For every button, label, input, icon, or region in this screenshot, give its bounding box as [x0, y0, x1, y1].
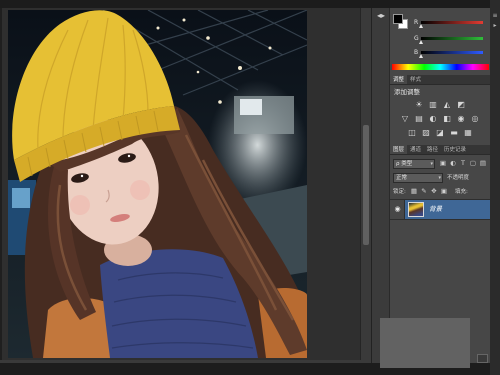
- channel-slider-b-marker[interactable]: [419, 54, 423, 58]
- lock-all-icon[interactable]: ▣: [440, 187, 448, 196]
- layer-filter-row: ρ 类型 ▾ ▣ ◐ T ▢ ▤: [390, 159, 490, 170]
- lit-sign: [240, 99, 262, 115]
- posterize-icon[interactable]: ▨: [421, 128, 431, 138]
- shape-layer-filter-icon[interactable]: ▢: [469, 159, 477, 168]
- selective-color-icon[interactable]: ▦: [463, 128, 473, 138]
- tab-adjustments[interactable]: 调整: [390, 75, 408, 84]
- vertical-scrollbar-thumb[interactable]: [363, 125, 369, 245]
- adjustment-icons-row-3: ◫ ▨ ◪ ▬ ▦: [390, 128, 490, 138]
- layer-name: 背景: [429, 205, 442, 213]
- layer-row-background[interactable]: ◉ 背景: [390, 199, 490, 220]
- eye-left-highlight: [80, 174, 84, 178]
- gradient-map-icon[interactable]: ▬: [449, 128, 459, 138]
- foreground-color-swatch[interactable]: [393, 14, 403, 24]
- vertical-scrollbar[interactable]: [360, 8, 371, 360]
- channel-slider-r[interactable]: [421, 21, 483, 24]
- threshold-icon[interactable]: ◪: [435, 128, 445, 138]
- fill-label: 填充:: [455, 189, 468, 195]
- adjustments-tab-bar: 调整 样式: [390, 75, 490, 85]
- new-layer-icon[interactable]: [477, 354, 488, 363]
- eye-icon[interactable]: ◉: [393, 205, 402, 214]
- adjustment-layer-filter-icon[interactable]: ◐: [449, 159, 457, 168]
- channel-label-b: B: [414, 49, 419, 56]
- chevron-down-icon: ▾: [438, 175, 441, 181]
- opacity-label: 不透明度: [447, 175, 470, 181]
- layers-tab-bar: 图层 通道 路径 历史记录: [390, 145, 490, 155]
- layer-thumbnail: [408, 202, 424, 217]
- lock-image-icon[interactable]: ✎: [420, 187, 428, 196]
- layer-filter-label: ρ 类型: [396, 161, 413, 167]
- panel-menu-icon[interactable]: ≡: [491, 12, 499, 20]
- lock-transparent-icon[interactable]: ▦: [410, 187, 418, 196]
- right-panels: R G B 调整 样式 添加调整 ☀ ▥ ◭ ◩ ▽ ▤ ◐ ◧ ◉ ◎ ◫ ▨ ◪ ▬ ▦ 图层 通道…: [390, 8, 490, 363]
- panel-bottom-area: [380, 318, 470, 368]
- layer-visibility-toggle[interactable]: ◉: [390, 200, 405, 219]
- channel-label-r: R: [414, 19, 419, 26]
- black-white-icon[interactable]: ◧: [442, 114, 452, 124]
- eye-right-highlight: [127, 154, 131, 158]
- channel-mixer-icon[interactable]: ◎: [470, 114, 480, 124]
- chevron-down-icon: ▾: [430, 161, 433, 167]
- smart-object-filter-icon[interactable]: ▤: [479, 159, 487, 168]
- layer-filter-icons: ▣ ◐ T ▢ ▤: [439, 159, 487, 168]
- brightness-contrast-icon[interactable]: ☀: [414, 100, 424, 110]
- channel-slider-r-marker[interactable]: [419, 24, 423, 28]
- expand-panel-icon[interactable]: ▸: [491, 22, 499, 30]
- channel-slider-b[interactable]: [421, 51, 483, 54]
- channel-label-g: G: [414, 35, 419, 42]
- blend-mode-value: 正常: [396, 175, 408, 181]
- tab-channels[interactable]: 通道: [407, 145, 424, 154]
- invert-icon[interactable]: ◫: [407, 128, 417, 138]
- pixel-layer-filter-icon[interactable]: ▣: [439, 159, 447, 168]
- channel-slider-g-marker[interactable]: [419, 40, 423, 44]
- blush-left: [70, 195, 90, 215]
- lock-row: 锁定: ▦ ✎ ✥ ▣ 填充:: [390, 187, 490, 198]
- blush-right: [130, 180, 150, 200]
- tab-layers[interactable]: 图层: [390, 145, 408, 154]
- vibrance-icon[interactable]: ▽: [400, 114, 410, 124]
- layer-filter-dropdown[interactable]: ρ 类型 ▾: [393, 159, 435, 169]
- window-top-bar: [0, 0, 490, 8]
- blend-mode-dropdown[interactable]: 正常 ▾: [393, 173, 443, 183]
- collapse-panels-icon[interactable]: ◂▸: [375, 11, 387, 21]
- panel-dock-column: ◂▸: [371, 8, 390, 363]
- lock-position-icon[interactable]: ✥: [430, 187, 438, 196]
- canvas-photo[interactable]: [8, 10, 307, 358]
- lock-icons: ▦ ✎ ✥ ▣: [410, 187, 448, 196]
- lock-label: 锁定:: [393, 189, 406, 195]
- photo-filter-icon[interactable]: ◉: [456, 114, 466, 124]
- adjustment-icons-row-1: ☀ ▥ ◭ ◩: [390, 100, 490, 110]
- adjustment-icons-row-2: ▽ ▤ ◐ ◧ ◉ ◎: [390, 114, 490, 124]
- shop-sign-light: [12, 188, 30, 208]
- hue-saturation-icon[interactable]: ▤: [414, 114, 424, 124]
- curves-icon[interactable]: ◭: [442, 100, 452, 110]
- right-edge-strip: ≡ ▸: [490, 0, 500, 375]
- color-spectrum-bar[interactable]: [392, 64, 489, 70]
- levels-icon[interactable]: ▥: [428, 100, 438, 110]
- exposure-icon[interactable]: ◩: [456, 100, 466, 110]
- type-layer-filter-icon[interactable]: T: [459, 159, 467, 168]
- tab-history[interactable]: 历史记录: [441, 145, 469, 154]
- channel-slider-g[interactable]: [421, 37, 483, 40]
- blend-mode-row: 正常 ▾ 不透明度: [390, 173, 490, 184]
- adjustments-title: 添加调整: [394, 88, 420, 96]
- color-balance-icon[interactable]: ◐: [428, 114, 438, 124]
- layer-selected-highlight[interactable]: 背景: [405, 200, 490, 219]
- tab-paths[interactable]: 路径: [424, 145, 441, 154]
- tab-styles[interactable]: 样式: [407, 75, 424, 84]
